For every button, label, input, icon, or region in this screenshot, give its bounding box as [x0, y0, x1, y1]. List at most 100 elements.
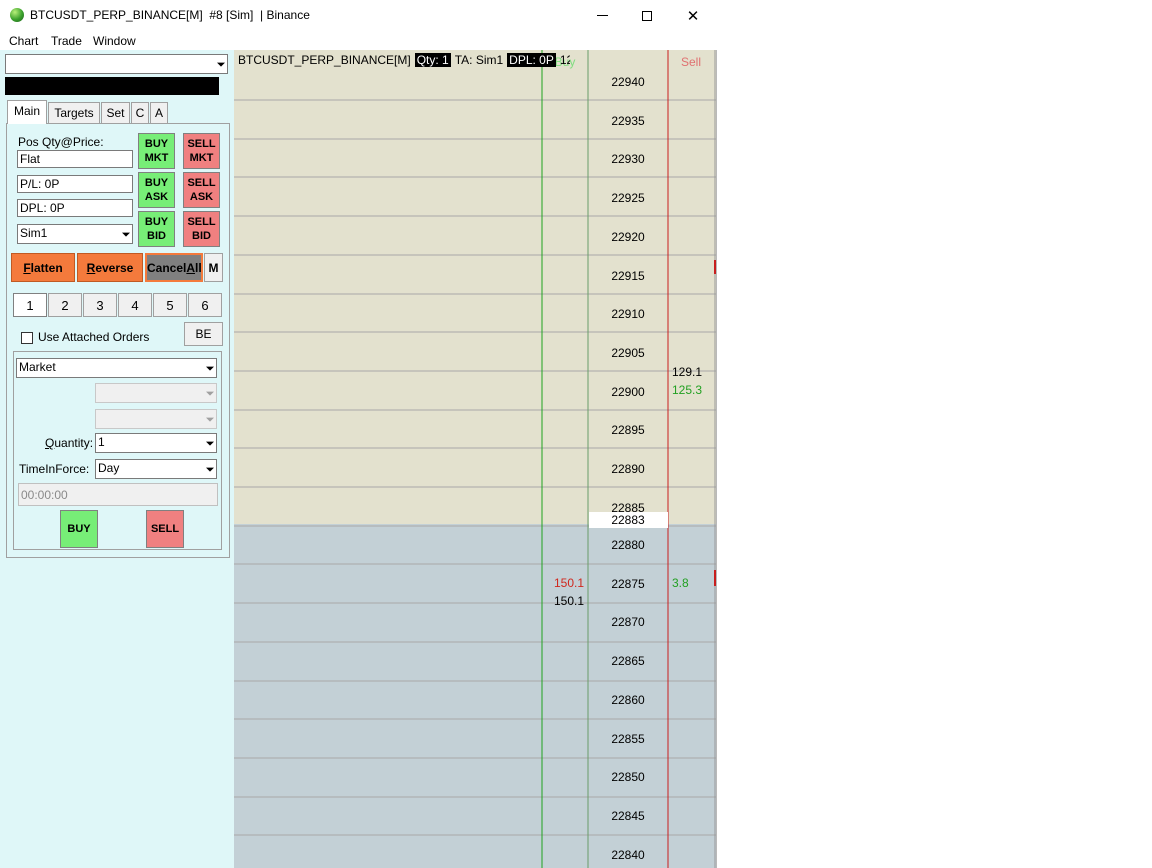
- price-label: 22930: [611, 152, 645, 166]
- quantity-mnemonic: Q: [45, 436, 55, 450]
- price-label: 22870: [611, 615, 645, 629]
- symbol-label: BTCUSDT_PERP_BINANCE[M]: [238, 53, 411, 67]
- ta-label: TA: Sim1: [454, 53, 504, 67]
- price-label: 22920: [611, 230, 645, 244]
- qty-preset-5[interactable]: 5: [153, 293, 187, 317]
- qty-preset-4[interactable]: 4: [118, 293, 152, 317]
- qty-preset-3[interactable]: 3: [83, 293, 117, 317]
- sell-header: Sell: [681, 55, 701, 69]
- buy-ask-label: BUY ASK: [144, 177, 169, 203]
- price-label: 22900: [611, 385, 645, 399]
- tif-value: Day: [98, 461, 120, 475]
- chevron-down-icon: [206, 366, 214, 371]
- tab-set[interactable]: Set: [101, 102, 130, 123]
- menu-trade[interactable]: Trade: [51, 34, 82, 48]
- chevron-down-icon: [206, 391, 214, 396]
- window-title: BTCUSDT_PERP_BINANCE[M] #8 [Sim] | Binan…: [30, 8, 310, 22]
- chevron-down-icon: [217, 62, 225, 67]
- sell-market-button[interactable]: SELL MKT: [183, 133, 220, 169]
- dpl-badge: DPL: 0P: [507, 53, 556, 67]
- order-type-select[interactable]: Market: [16, 358, 217, 378]
- quantity-value: 1: [98, 435, 105, 449]
- close-icon: ✕: [686, 7, 700, 25]
- sell-volume-label: 125.3: [672, 383, 702, 397]
- tif-select[interactable]: Day: [95, 459, 217, 479]
- price-label: 22925: [611, 191, 645, 205]
- reverse-button[interactable]: Reverse: [77, 253, 143, 282]
- qty-preset-2[interactable]: 2: [48, 293, 82, 317]
- menu-bar: Chart Trade Window: [0, 31, 717, 50]
- quantity-select[interactable]: 1: [95, 433, 217, 453]
- account-select[interactable]: Sim1: [17, 224, 133, 244]
- limit-price-select[interactable]: [95, 383, 217, 403]
- title-bar: BTCUSDT_PERP_BINANCE[M] #8 [Sim] | Binan…: [0, 0, 717, 31]
- m-button[interactable]: M: [204, 253, 223, 282]
- buy-volume-label: 150.1: [554, 576, 584, 590]
- close-button[interactable]: ✕: [670, 0, 716, 31]
- edge-marker: [714, 260, 716, 274]
- menu-window[interactable]: Window: [93, 34, 136, 48]
- globe-icon: [10, 8, 24, 22]
- chevron-down-icon: [206, 467, 214, 472]
- chart-header: BTCUSDT_PERP_BINANCE[M] Qty: 1 TA: Sim1 …: [238, 52, 570, 68]
- buy-bid-button[interactable]: BUY BID: [138, 211, 175, 247]
- price-label: 22890: [611, 462, 645, 476]
- buy-volume-label: 150.1: [554, 594, 584, 608]
- stop-price-select[interactable]: [95, 409, 217, 429]
- sell-ask-button[interactable]: SELL ASK: [183, 172, 220, 208]
- buy-bid-label: BUY BID: [144, 216, 169, 242]
- buy-ask-button[interactable]: BUY ASK: [138, 172, 175, 208]
- price-label: 22940: [611, 75, 645, 89]
- minimize-icon: [596, 15, 608, 16]
- price-label: 22855: [611, 732, 645, 746]
- reverse-label: everse: [95, 261, 134, 275]
- pl-field: P/L: 0P: [17, 175, 133, 193]
- tab-main[interactable]: Main: [7, 100, 47, 124]
- quantity-label-text: uantity:: [54, 436, 94, 450]
- tif-label: TimeInForce:: [19, 462, 90, 476]
- buy-button[interactable]: BUY: [60, 510, 98, 548]
- reverse-mnemonic: R: [86, 261, 96, 275]
- tab-targets[interactable]: Targets: [48, 102, 100, 123]
- sell-volume-label: 129.1: [672, 365, 702, 379]
- cancel-all-label-end: ll: [195, 261, 202, 275]
- pos-label: Pos Qty@Price:: [18, 135, 104, 149]
- time-field[interactable]: 00:00:00: [18, 483, 218, 506]
- qty-preset-1[interactable]: 1: [13, 293, 47, 317]
- menu-chart[interactable]: Chart: [9, 34, 38, 48]
- sell-button[interactable]: SELL: [146, 510, 184, 548]
- cancel-all-button[interactable]: CancelAll: [145, 253, 203, 282]
- chevron-down-icon: [122, 232, 130, 237]
- flatten-button[interactable]: Flatten: [11, 253, 75, 282]
- truncated-label: 12: [559, 53, 570, 67]
- price-label: 22915: [611, 269, 645, 283]
- sell-volume-label: 3.8: [672, 576, 689, 590]
- maximize-button[interactable]: [624, 0, 670, 31]
- order-type-value: Market: [19, 360, 56, 374]
- position-field: Flat: [17, 150, 133, 168]
- buy-market-button[interactable]: BUY MKT: [138, 133, 175, 169]
- price-label: 22850: [611, 770, 645, 784]
- use-attached-label: Use Attached Orders: [38, 330, 150, 344]
- maximize-icon: [642, 10, 652, 21]
- price-ladder-chart[interactable]: Buy Sell 22940 22935 22930 22925 22920 22915 229…: [234, 50, 716, 868]
- use-attached-checkbox[interactable]: [21, 332, 33, 344]
- price-label: 22860: [611, 693, 645, 707]
- tab-c[interactable]: C: [131, 102, 149, 123]
- minimize-button[interactable]: [579, 0, 625, 31]
- price-label: 22905: [611, 346, 645, 360]
- sell-bid-button[interactable]: SELL BID: [183, 211, 220, 247]
- quantity-label: Quantity:: [45, 436, 93, 450]
- price-label: 22875: [611, 577, 645, 591]
- qty-preset-6[interactable]: 6: [188, 293, 222, 317]
- buy-market-label: BUY MKT: [144, 138, 169, 164]
- chevron-down-icon: [206, 441, 214, 446]
- cancel-all-mnemonic: A: [186, 261, 196, 275]
- instrument-combo[interactable]: [5, 54, 228, 74]
- be-button[interactable]: BE: [184, 322, 223, 346]
- sell-market-label: SELL MKT: [187, 138, 216, 164]
- sell-bid-label: SELL BID: [187, 216, 216, 242]
- tab-a[interactable]: A: [150, 102, 168, 123]
- dpl-field: DPL: 0P: [17, 199, 133, 217]
- trade-panel: Main Targets Set C A Pos Qty@Price: Flat…: [0, 50, 234, 868]
